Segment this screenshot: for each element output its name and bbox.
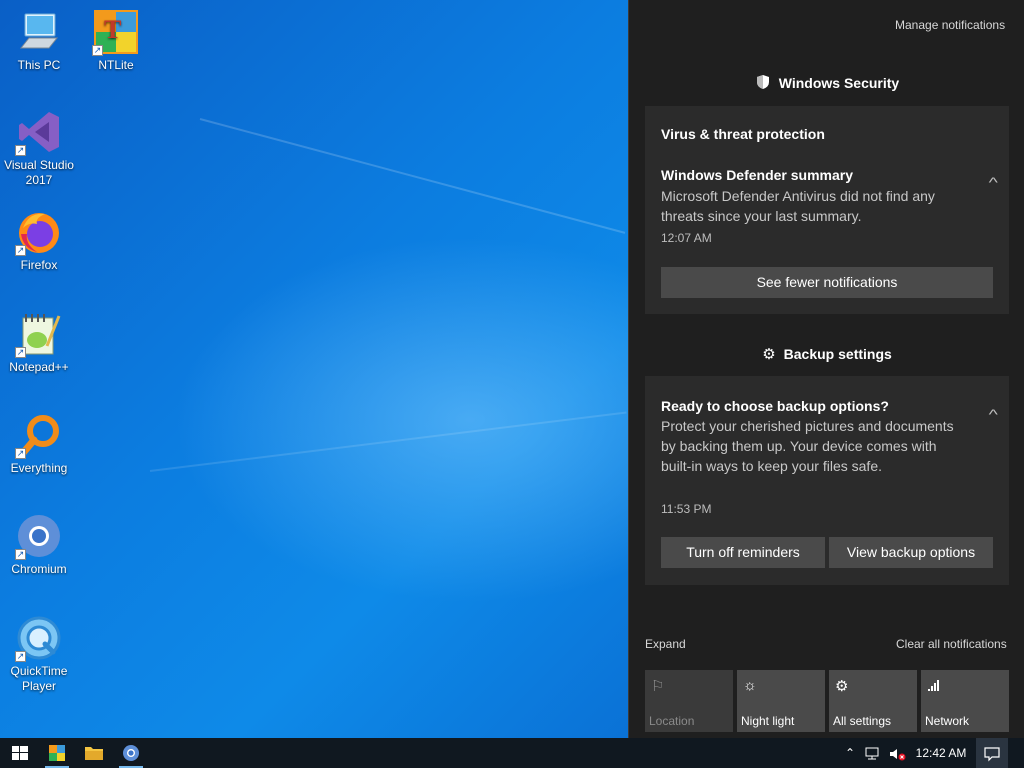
shortcut-arrow-icon: ↗ (15, 245, 26, 256)
group-header-backup-settings[interactable]: ⚙ Backup settings (645, 345, 1009, 363)
svg-text:T: T (104, 15, 121, 44)
brightness-icon: ☼ (743, 677, 757, 694)
taskbar-chromium[interactable] (111, 738, 151, 768)
desktop-icon-label: Visual Studio 2017 (4, 158, 74, 187)
notification-title: Ready to choose backup options? (661, 398, 889, 414)
shortcut-arrow-icon: ↗ (15, 651, 26, 662)
desktop-icon-ntlite[interactable]: T ↗ NTLite (78, 8, 154, 73)
visual-studio-icon: ↗ (15, 108, 63, 156)
quick-action-label: Night light (741, 714, 795, 728)
ntlite-icon (49, 745, 65, 761)
quick-action-label: Network (925, 714, 970, 728)
chevron-up-icon[interactable]: ^ (989, 406, 998, 422)
desktop-icon-firefox[interactable]: ↗ Firefox (1, 208, 77, 273)
notification-card-defender[interactable]: Virus & threat protection Windows Defend… (645, 106, 1009, 314)
quick-action-network[interactable]: Network (921, 670, 1009, 732)
shortcut-arrow-icon: ↗ (15, 145, 26, 156)
desktop-icon-label: Notepad++ (9, 360, 69, 374)
quick-action-all-settings[interactable]: ⚙ All settings (829, 670, 917, 732)
quicktime-icon: ↗ (15, 614, 63, 662)
desktop-icon-notepadpp[interactable]: ↗ Notepad++ (1, 310, 77, 375)
shield-icon (755, 74, 771, 92)
network-icon (927, 677, 943, 697)
desktop-icon-label: Chromium (11, 562, 67, 576)
volume-muted-icon[interactable] (886, 738, 908, 768)
desktop-icon-chromium[interactable]: ↗ Chromium (1, 512, 77, 577)
taskbar: ⌃ 12:42 AM (0, 738, 1024, 768)
chromium-icon (123, 745, 139, 761)
quick-action-label: Location (649, 714, 695, 728)
chromium-icon: ↗ (15, 512, 63, 560)
desktop-icon-visual-studio[interactable]: ↗ Visual Studio 2017 (1, 108, 77, 188)
desktop-icon-this-pc[interactable]: This PC (1, 8, 77, 73)
see-fewer-notifications-button[interactable]: See fewer notifications (661, 267, 993, 298)
shortcut-arrow-icon: ↗ (15, 448, 26, 459)
desktop-icon-label: Everything (10, 461, 68, 475)
manage-notifications-link[interactable]: Manage notifications (895, 18, 1005, 32)
start-button[interactable] (0, 738, 40, 768)
turn-off-reminders-button[interactable]: Turn off reminders (661, 537, 825, 568)
quick-action-label: All settings (833, 714, 892, 728)
notification-body: Microsoft Defender Antivirus did not fin… (661, 188, 935, 224)
search-magnifier-icon: ↗ (15, 411, 63, 459)
gear-icon: ⚙ (762, 346, 776, 363)
shortcut-arrow-icon: ↗ (92, 45, 103, 56)
desktop-icon-everything[interactable]: ↗ Everything (1, 411, 77, 476)
notification-title: Windows Defender summary (661, 167, 854, 183)
quick-action-location[interactable]: ⚐ Location (645, 670, 733, 732)
taskbar-clock[interactable]: 12:42 AM (910, 738, 972, 768)
desktop-icon-label: This PC (17, 58, 61, 72)
desktop-icon-label: QuickTime Player (10, 664, 68, 693)
group-app-name: Backup settings (783, 346, 892, 362)
notification-time: 12:07 AM (661, 231, 712, 245)
ntlite-icon: T ↗ (92, 8, 140, 56)
expand-link[interactable]: Expand (645, 637, 686, 651)
computer-icon (15, 8, 63, 56)
quick-action-night-light[interactable]: ☼ Night light (737, 670, 825, 732)
notification-time: 11:53 PM (661, 502, 712, 516)
chevron-up-icon[interactable]: ^ (989, 174, 998, 190)
action-center-icon[interactable] (976, 738, 1008, 768)
gear-icon: ⚙ (835, 678, 849, 695)
network-icon[interactable] (862, 738, 884, 768)
group-header-windows-security[interactable]: Windows Security (645, 74, 1009, 92)
location-icon: ⚐ (651, 678, 665, 695)
action-center-panel: Manage notifications Windows Security Vi… (628, 0, 1024, 738)
shortcut-arrow-icon: ↗ (15, 549, 26, 560)
view-backup-options-button[interactable]: View backup options (829, 537, 993, 568)
taskbar-ntlite[interactable] (37, 738, 77, 768)
clear-all-notifications-link[interactable]: Clear all notifications (896, 637, 1007, 651)
notification-body: Protect your cherished pictures and docu… (661, 418, 954, 474)
desktop-icon-quicktime[interactable]: ↗ QuickTime Player (1, 614, 77, 694)
windows-logo-icon (12, 746, 28, 760)
wallpaper-ray (149, 411, 627, 472)
shortcut-arrow-icon: ↗ (15, 347, 26, 358)
card-title: Virus & threat protection (661, 126, 825, 142)
group-app-name: Windows Security (778, 75, 900, 91)
folder-icon (85, 747, 103, 760)
notepadpp-icon: ↗ (15, 310, 63, 358)
firefox-icon: ↗ (15, 208, 63, 256)
wallpaper-ray (199, 118, 626, 234)
desktop-icon-label: NTLite (98, 58, 134, 72)
desktop-icon-label: Firefox (20, 258, 58, 272)
taskbar-file-explorer[interactable] (74, 738, 114, 768)
notification-card-backup[interactable]: Ready to choose backup options? ^ Protec… (645, 376, 1009, 585)
chevron-up-icon[interactable]: ⌃ (840, 738, 860, 768)
